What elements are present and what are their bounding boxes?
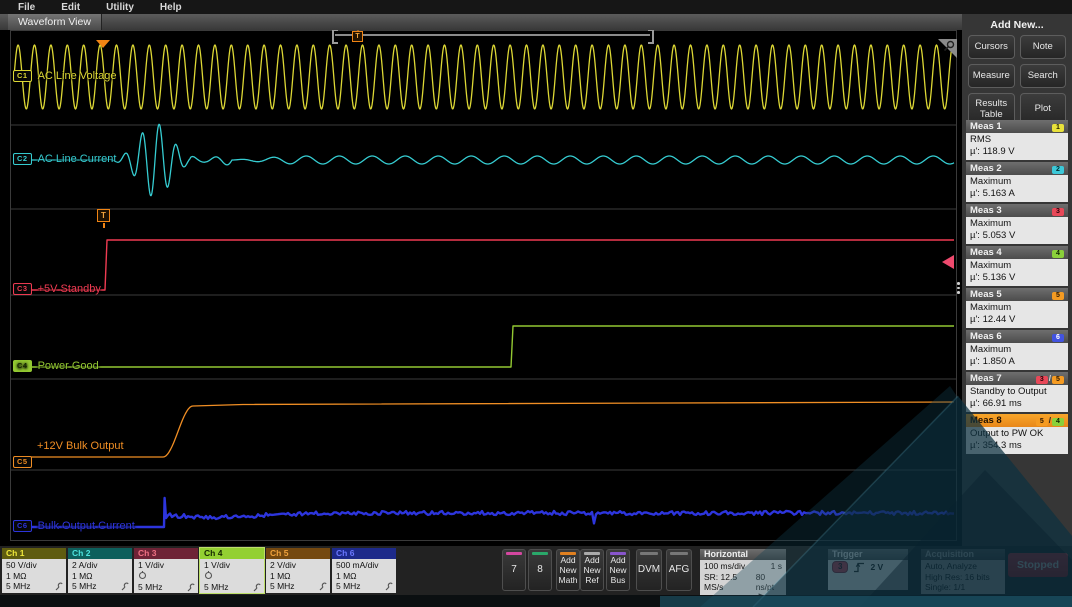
menu-bar: File Edit Utility Help bbox=[0, 0, 1072, 14]
dvm-button[interactable]: DVM bbox=[636, 549, 662, 591]
probe-icon bbox=[187, 583, 196, 592]
run-stop-button[interactable]: Stopped bbox=[1008, 553, 1068, 577]
source-chip: 6 bbox=[1052, 334, 1064, 342]
ch4-badge-selected[interactable]: Ch 4 1 V/div 5 MHz bbox=[200, 548, 264, 593]
source-chip: 1 bbox=[1052, 124, 1064, 132]
channel-label-text: Power Good bbox=[38, 360, 99, 372]
probe-icon bbox=[121, 582, 130, 591]
trigger-position-triangle-icon[interactable] bbox=[96, 40, 110, 48]
probe-icon bbox=[319, 582, 328, 591]
source-chip: 4 bbox=[1052, 418, 1064, 426]
tab-row: Waveform View bbox=[0, 14, 1072, 30]
channel-badge-c4: C4 bbox=[13, 360, 32, 372]
waveform-canvas[interactable] bbox=[10, 30, 957, 541]
channel-label-text: AC Line Voltage bbox=[38, 70, 117, 82]
ch6-badge[interactable]: Ch 6 500 mA/div1 MΩ5 MHz bbox=[332, 548, 396, 593]
trigger-source-chip: 3 bbox=[832, 561, 848, 573]
menu-help[interactable]: Help bbox=[160, 2, 182, 13]
source-chip: 4 bbox=[1052, 250, 1064, 258]
ch8-button[interactable]: 8 bbox=[528, 549, 552, 591]
results-side-panel: Add New... Cursors Note Measure Search R… bbox=[962, 14, 1072, 596]
channel-badge-c2: C2 bbox=[13, 153, 32, 165]
bottom-strip bbox=[0, 595, 1072, 607]
menu-utility[interactable]: Utility bbox=[106, 2, 134, 13]
label-ch1[interactable]: C1 AC Line Voltage bbox=[13, 70, 116, 82]
add-new-header: Add New... bbox=[962, 14, 1072, 35]
settings-bar: Ch 1 50 V/div1 MΩ5 MHz Ch 2 2 A/div1 MΩ5… bbox=[0, 546, 1072, 595]
source-chip: 3 bbox=[1052, 208, 1064, 216]
trigger-point-marker[interactable]: T bbox=[97, 209, 110, 222]
ch3-badge[interactable]: Ch 3 1 V/div 5 MHz bbox=[134, 548, 198, 593]
meas-2-badge[interactable]: Meas 2 2 Maximumµ': 5.163 A bbox=[966, 162, 1068, 202]
measure-button[interactable]: Measure bbox=[968, 64, 1015, 88]
acquisition-badge[interactable]: Acquisition Auto, Analyze High Res: 16 b… bbox=[921, 549, 1005, 594]
zoom-corner-handle[interactable] bbox=[938, 39, 957, 58]
source-chip: 5 bbox=[1052, 376, 1064, 384]
magnifier-icon bbox=[943, 40, 955, 52]
source-chip: 3 bbox=[1036, 376, 1048, 384]
trigger-level-arrow-icon[interactable] bbox=[942, 255, 954, 269]
probe-icon bbox=[55, 582, 64, 591]
channel-label-text: +12V Bulk Output bbox=[37, 440, 124, 452]
channel-badge-c1: C1 bbox=[13, 70, 32, 82]
measurement-list: Meas 1 1 RMSµ': 118.9 V Meas 2 2 Maximum… bbox=[966, 120, 1068, 456]
probe-head-icon bbox=[204, 571, 213, 580]
probe-icon bbox=[385, 582, 394, 591]
ch2-badge[interactable]: Ch 2 2 A/div1 MΩ5 MHz bbox=[68, 548, 132, 593]
add-new-ref-button[interactable]: Add New Ref bbox=[580, 549, 604, 591]
meas-4-badge[interactable]: Meas 4 4 Maximumµ': 5.136 V bbox=[966, 246, 1068, 286]
tab-waveform-view[interactable]: Waveform View bbox=[8, 14, 102, 30]
menu-edit[interactable]: Edit bbox=[61, 2, 80, 13]
label-ch5[interactable]: +12V Bulk Output C5 bbox=[13, 440, 124, 468]
channel-label-text: AC Line Current bbox=[38, 153, 117, 165]
meas-1-badge[interactable]: Meas 1 1 RMSµ': 118.9 V bbox=[966, 120, 1068, 160]
meas-6-badge[interactable]: Meas 6 6 Maximumµ': 1.850 A bbox=[966, 330, 1068, 370]
channel-badge-c5: C5 bbox=[13, 456, 32, 468]
record-overview-slider[interactable] bbox=[335, 34, 650, 36]
meas-7-badge[interactable]: Meas 7 3/5 Standby to Outputµ': 66.91 ms bbox=[966, 372, 1068, 412]
channel-badge-c6: C6 bbox=[13, 520, 32, 532]
add-new-bus-button[interactable]: Add New Bus bbox=[606, 549, 630, 591]
source-chip: 5 bbox=[1036, 418, 1048, 426]
menu-file[interactable]: File bbox=[18, 2, 35, 13]
channel-label-text: +5V Standby bbox=[38, 283, 101, 295]
rising-edge-icon bbox=[853, 562, 865, 573]
panel-drag-handle[interactable] bbox=[957, 280, 961, 296]
source-chip: 5 bbox=[1052, 292, 1064, 300]
oscilloscope-screen: File Edit Utility Help Waveform View T T… bbox=[0, 0, 1072, 607]
source-chip: 2 bbox=[1052, 166, 1064, 174]
add-new-math-button[interactable]: Add New Math bbox=[556, 549, 580, 591]
ch7-button[interactable]: 7 bbox=[502, 549, 526, 591]
note-button[interactable]: Note bbox=[1020, 35, 1067, 59]
channel-badge-c3: C3 bbox=[13, 283, 32, 295]
meas-8-badge-selected[interactable]: Meas 8 5/4 Output to PW OKµ': 354.3 ms bbox=[966, 414, 1068, 454]
ch5-badge[interactable]: Ch 5 2 V/div1 MΩ5 MHz bbox=[266, 548, 330, 593]
trigger-badge[interactable]: Trigger 3 2 V bbox=[828, 549, 908, 590]
meas-3-badge[interactable]: Meas 3 3 Maximumµ': 5.053 V bbox=[966, 204, 1068, 244]
label-ch4[interactable]: C4 Power Good bbox=[13, 360, 99, 372]
channel-label-text: Bulk Output Current bbox=[38, 520, 135, 532]
afg-button[interactable]: AFG bbox=[666, 549, 692, 591]
cursors-button[interactable]: Cursors bbox=[968, 35, 1015, 59]
label-ch2[interactable]: C2 AC Line Current bbox=[13, 153, 116, 165]
search-button[interactable]: Search bbox=[1020, 64, 1067, 88]
trigger-level: 2 V bbox=[870, 562, 883, 573]
probe-head-icon bbox=[138, 571, 147, 580]
record-right-bracket bbox=[648, 29, 654, 44]
meas-5-badge[interactable]: Meas 5 5 Maximumµ': 12.44 V bbox=[966, 288, 1068, 328]
record-left-bracket bbox=[332, 29, 338, 44]
probe-icon bbox=[253, 583, 262, 592]
label-ch3[interactable]: C3 +5V Standby bbox=[13, 283, 101, 295]
label-ch6[interactable]: C6 Bulk Output Current bbox=[13, 520, 135, 532]
trigger-t-icon: T bbox=[352, 31, 363, 42]
ch1-badge[interactable]: Ch 1 50 V/div1 MΩ5 MHz bbox=[2, 548, 66, 593]
